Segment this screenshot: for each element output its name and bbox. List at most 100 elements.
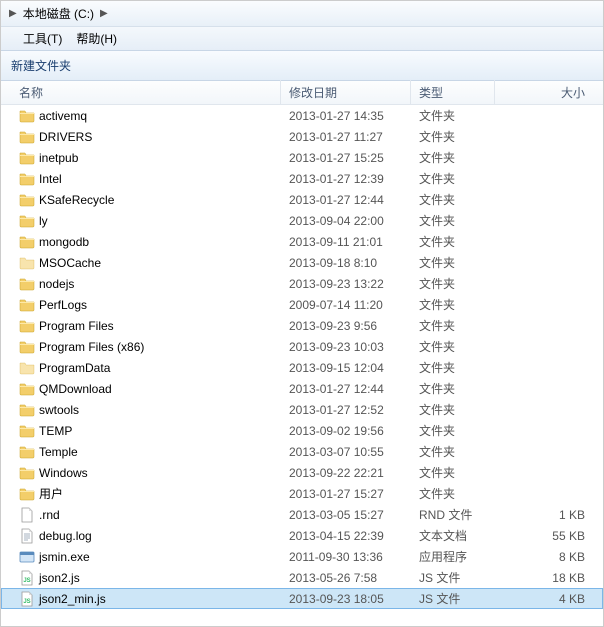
table-row[interactable]: Windows2013-09-22 22:21文件夹 bbox=[1, 462, 603, 483]
file-size: 55 KB bbox=[495, 527, 603, 545]
file-date: 2013-09-18 8:10 bbox=[281, 254, 411, 272]
chevron-right-icon[interactable]: ▶ bbox=[100, 8, 108, 19]
file-date: 2013-01-27 15:27 bbox=[281, 485, 411, 503]
table-row[interactable]: 用户2013-01-27 15:27文件夹 bbox=[1, 483, 603, 504]
file-date: 2013-04-15 22:39 bbox=[281, 527, 411, 545]
file-date: 2013-01-27 11:27 bbox=[281, 128, 411, 146]
file-name: debug.log bbox=[39, 529, 92, 543]
file-date: 2013-03-05 15:27 bbox=[281, 506, 411, 524]
file-type: 文件夹 bbox=[411, 399, 495, 420]
file-name: ProgramData bbox=[39, 361, 110, 375]
table-row[interactable]: json2_min.js2013-09-23 18:05JS 文件4 KB bbox=[1, 588, 603, 609]
folder-dim-icon bbox=[19, 255, 35, 271]
table-row[interactable]: Program Files (x86)2013-09-23 10:03文件夹 bbox=[1, 336, 603, 357]
breadcrumb-location[interactable]: 本地磁盘 (C:) bbox=[23, 5, 94, 22]
file-size: 4 KB bbox=[495, 590, 603, 608]
table-row[interactable]: KSafeRecycle 2013-01-27 12:44文件夹 bbox=[1, 189, 603, 210]
table-row[interactable]: inetpub2013-01-27 15:25文件夹 bbox=[1, 147, 603, 168]
file-type: 文件夹 bbox=[411, 357, 495, 378]
file-size bbox=[495, 282, 603, 286]
file-type: 文件夹 bbox=[411, 147, 495, 168]
file-name: swtools bbox=[39, 403, 79, 417]
file-size bbox=[495, 303, 603, 307]
file-date: 2013-03-07 10:55 bbox=[281, 443, 411, 461]
js-icon bbox=[19, 570, 35, 586]
folder-icon bbox=[19, 234, 35, 250]
menu-bar: 工具(T) 帮助(H) bbox=[1, 27, 603, 51]
table-row[interactable]: jsmin.exe2011-09-30 13:36应用程序8 KB bbox=[1, 546, 603, 567]
column-header-date[interactable]: 修改日期 bbox=[281, 80, 411, 105]
file-name: KSafeRecycle bbox=[39, 193, 114, 207]
table-row[interactable]: DRIVERS 2013-01-27 11:27文件夹 bbox=[1, 126, 603, 147]
column-header-type[interactable]: 类型 bbox=[411, 80, 495, 105]
menu-tools[interactable]: 工具(T) bbox=[23, 30, 62, 47]
file-type: 文件夹 bbox=[411, 126, 495, 147]
table-row[interactable]: mongodb2013-09-11 21:01文件夹 bbox=[1, 231, 603, 252]
file-date: 2013-09-23 13:22 bbox=[281, 275, 411, 293]
breadcrumb[interactable]: ▶ 本地磁盘 (C:) ▶ bbox=[1, 1, 603, 27]
table-row[interactable]: debug.log2013-04-15 22:39文本文档55 KB bbox=[1, 525, 603, 546]
file-size bbox=[495, 387, 603, 391]
column-header-size[interactable]: 大小 bbox=[495, 80, 603, 105]
file-name: ly bbox=[39, 214, 48, 228]
file-list: activemq2013-01-27 14:35文件夹 DRIVERS 2013-0… bbox=[1, 105, 603, 609]
file-date: 2013-05-26 7:58 bbox=[281, 569, 411, 587]
table-row[interactable]: MSOCache2013-09-18 8:10文件夹 bbox=[1, 252, 603, 273]
table-row[interactable]: json2.js2013-05-26 7:58JS 文件18 KB bbox=[1, 567, 603, 588]
file-type: 文件夹 bbox=[411, 336, 495, 357]
folder-icon bbox=[19, 213, 35, 229]
file-name: nodejs bbox=[39, 277, 74, 291]
file-type: 文件夹 bbox=[411, 378, 495, 399]
table-row[interactable]: nodejs2013-09-23 13:22文件夹 bbox=[1, 273, 603, 294]
folder-icon bbox=[19, 171, 35, 187]
table-row[interactable]: ProgramData 2013-09-15 12:04文件夹 bbox=[1, 357, 603, 378]
file-date: 2013-09-11 21:01 bbox=[281, 233, 411, 251]
file-type: JS 文件 bbox=[411, 567, 495, 588]
file-type: 文件夹 bbox=[411, 420, 495, 441]
file-date: 2013-09-02 19:56 bbox=[281, 422, 411, 440]
folder-icon bbox=[19, 381, 35, 397]
table-row[interactable]: ly2013-09-04 22:00文件夹 bbox=[1, 210, 603, 231]
folder-icon bbox=[19, 402, 35, 418]
file-name: Intel bbox=[39, 172, 62, 186]
table-row[interactable]: activemq2013-01-27 14:35文件夹 bbox=[1, 105, 603, 126]
column-header-name[interactable]: 名称 bbox=[1, 80, 281, 105]
file-size bbox=[495, 450, 603, 454]
file-type: 文件夹 bbox=[411, 483, 495, 504]
file-size: 1 KB bbox=[495, 506, 603, 524]
file-name: DRIVERS bbox=[39, 130, 92, 144]
file-size bbox=[495, 219, 603, 223]
file-type: 文件夹 bbox=[411, 441, 495, 462]
file-date: 2009-07-14 11:20 bbox=[281, 296, 411, 314]
file-name: .rnd bbox=[39, 508, 60, 522]
js-icon bbox=[19, 591, 35, 607]
file-type: 文件夹 bbox=[411, 315, 495, 336]
file-date: 2013-09-15 12:04 bbox=[281, 359, 411, 377]
table-row[interactable]: TEMP2013-09-02 19:56文件夹 bbox=[1, 420, 603, 441]
table-row[interactable]: Program Files2013-09-23 9:56文件夹 bbox=[1, 315, 603, 336]
folder-icon bbox=[19, 318, 35, 334]
table-row[interactable]: .rnd2013-03-05 15:27RND 文件1 KB bbox=[1, 504, 603, 525]
table-row[interactable]: PerfLogs2009-07-14 11:20文件夹 bbox=[1, 294, 603, 315]
file-size bbox=[495, 156, 603, 160]
new-folder-button[interactable]: 新建文件夹 bbox=[11, 57, 71, 74]
file-size bbox=[495, 366, 603, 370]
menu-help[interactable]: 帮助(H) bbox=[76, 30, 117, 47]
file-date: 2013-01-27 12:44 bbox=[281, 191, 411, 209]
file-name: PerfLogs bbox=[39, 298, 87, 312]
file-size bbox=[495, 261, 603, 265]
table-row[interactable]: Intel2013-01-27 12:39文件夹 bbox=[1, 168, 603, 189]
table-row[interactable]: swtools2013-01-27 12:52文件夹 bbox=[1, 399, 603, 420]
column-header-row: 名称 修改日期 类型 大小 bbox=[1, 81, 603, 105]
file-type: 文件夹 bbox=[411, 189, 495, 210]
table-row[interactable]: QMDownload2013-01-27 12:44文件夹 bbox=[1, 378, 603, 399]
folder-icon bbox=[19, 129, 35, 145]
file-size bbox=[495, 324, 603, 328]
folder-icon bbox=[19, 465, 35, 481]
file-size bbox=[495, 471, 603, 475]
file-size bbox=[495, 429, 603, 433]
table-row[interactable]: Temple2013-03-07 10:55文件夹 bbox=[1, 441, 603, 462]
text-icon bbox=[19, 528, 35, 544]
file-date: 2013-01-27 14:35 bbox=[281, 107, 411, 125]
file-name: Program Files (x86) bbox=[39, 340, 144, 354]
